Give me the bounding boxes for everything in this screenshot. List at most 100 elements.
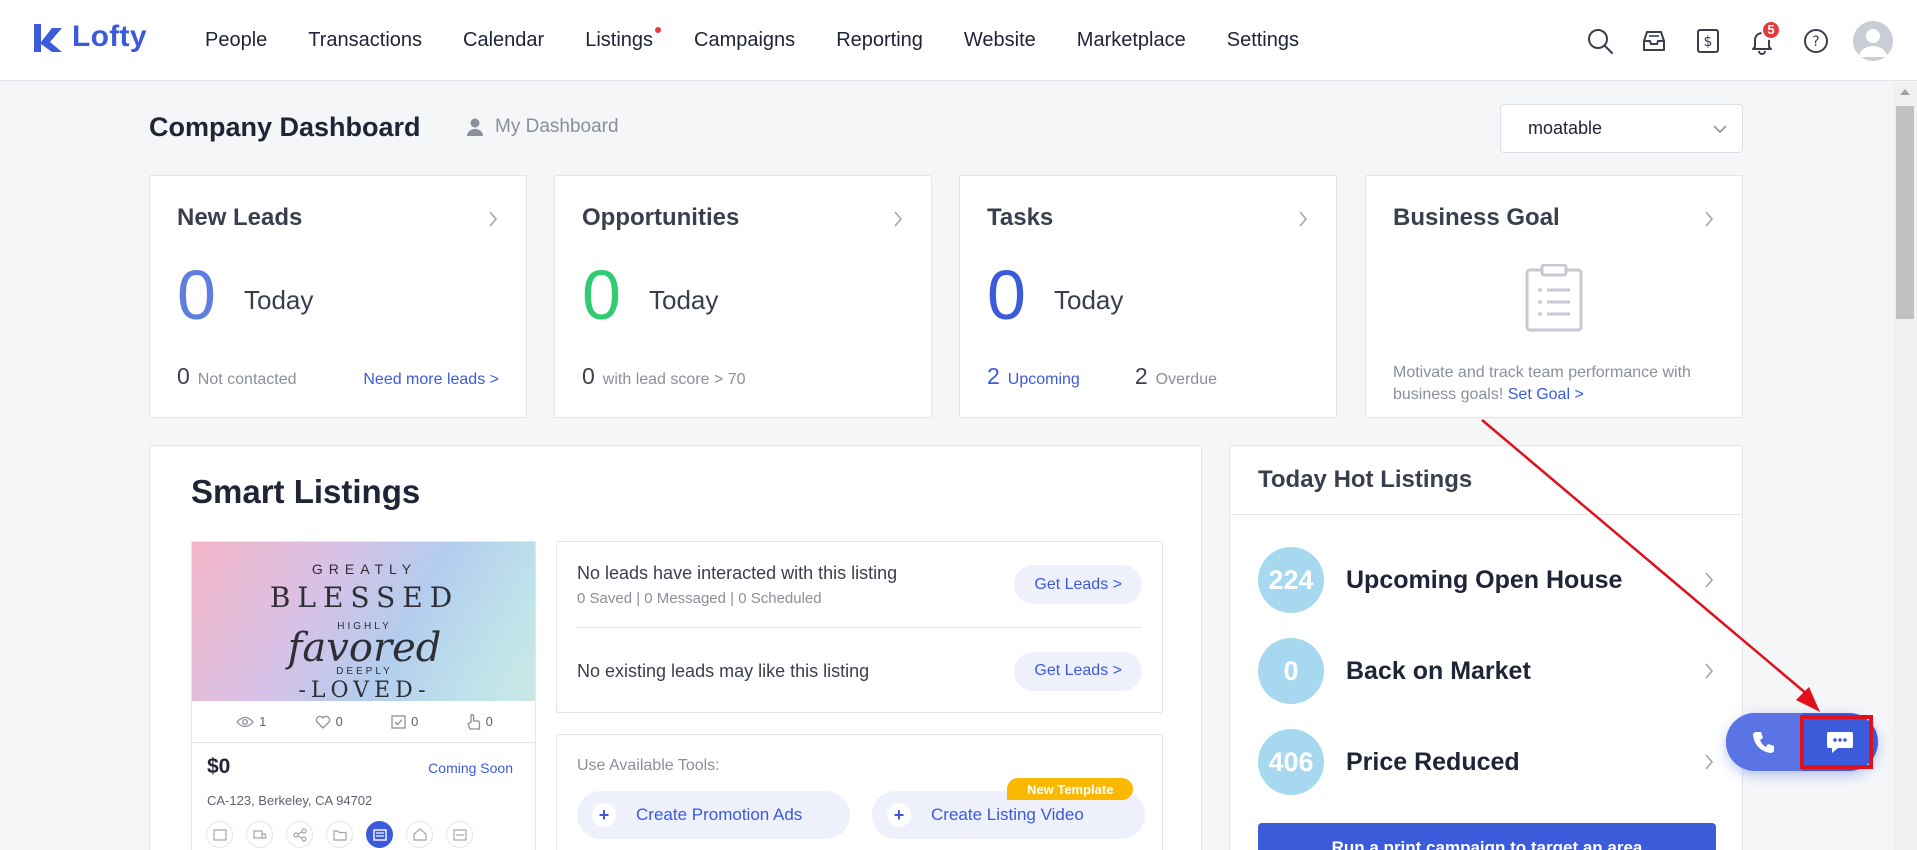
page-title: Company Dashboard [149, 112, 421, 142]
share-tool-button[interactable] [286, 821, 313, 848]
ad-tool-button[interactable] [206, 821, 233, 848]
chevron-right-icon[interactable] [1298, 210, 1308, 228]
crm-tool-button[interactable] [446, 821, 473, 848]
scroll-up-arrow[interactable] [1900, 89, 1910, 95]
upcoming-count: 2 [987, 363, 1000, 389]
nav-listings[interactable]: Listings [585, 27, 662, 52]
overdue-label: Overdue [1155, 371, 1217, 388]
folder-tool-button[interactable] [326, 821, 353, 848]
hot-listing-row[interactable]: 0 Back on Market [1258, 638, 1714, 704]
listing-price: $0 [207, 755, 231, 778]
vertical-scrollbar[interactable] [1893, 82, 1917, 850]
opportunities-card[interactable]: Opportunities 0 Today 0 with lead score … [554, 175, 932, 418]
calendar-check-icon [391, 715, 406, 729]
company-selector[interactable]: moatable [1500, 104, 1743, 153]
inbox-icon [1643, 30, 1665, 51]
new-leads-footer: 0 Not contacted Need more leads > [177, 363, 499, 390]
listing-stats: 1 0 0 0 [192, 701, 535, 743]
saves-count: 0 [411, 714, 419, 729]
upcoming-label: Upcoming [1007, 371, 1080, 388]
person-icon [467, 118, 483, 136]
hot-listings-title: Today Hot Listings [1258, 466, 1473, 493]
new-leads-card[interactable]: New Leads 0 Today 0 Not contacted Need m… [149, 175, 527, 418]
svg-text:?: ? [1812, 34, 1819, 50]
set-goal-link[interactable]: Set Goal > [1508, 386, 1584, 403]
flyer-tool-button[interactable] [366, 821, 393, 848]
opportunities-period: Today [649, 285, 719, 315]
create-promotion-ads-button[interactable]: + Create Promotion Ads [577, 791, 850, 839]
nav-listings-label: Listings [585, 29, 654, 51]
not-contacted-stat: 0 Not contacted [177, 363, 297, 390]
hot-listing-row[interactable]: 224 Upcoming Open House [1258, 547, 1714, 613]
lofty-logo-icon [34, 24, 62, 52]
new-leads-count: 0 [177, 256, 216, 334]
lead-score-count: 0 [582, 363, 595, 389]
tasks-footer: 2 Upcoming 2 Overdue [987, 363, 1309, 390]
nav-settings[interactable]: Settings [1227, 29, 1299, 52]
nav-campaigns[interactable]: Campaigns [694, 29, 795, 52]
upcoming-stat[interactable]: 2 Upcoming [987, 363, 1080, 390]
hand-pointer-icon [466, 713, 480, 730]
listing-image[interactable]: GREATLY BLESSED HIGHLY favored DEEPLY -L… [192, 542, 535, 701]
create-promotion-ads-label: Create Promotion Ads [636, 805, 803, 824]
overdue-stat[interactable]: 2 Overdue [1135, 363, 1217, 390]
business-goal-card[interactable]: Business Goal Motivate and track team pe… [1365, 175, 1743, 418]
search-button[interactable] [1573, 14, 1627, 68]
annotation-highlight-box [1800, 715, 1873, 769]
lead-row-main: No leads have interacted with this listi… [577, 562, 898, 583]
ad-icon [212, 828, 227, 841]
tasks-card[interactable]: Tasks 0 Today 2 Upcoming 2 Overdue [959, 175, 1337, 418]
chevron-right-icon [1705, 754, 1714, 770]
smart-listings-title: Smart Listings [191, 473, 421, 510]
logo-text: Lofty [72, 20, 147, 53]
chevron-right-icon[interactable] [488, 210, 498, 228]
new-leads-period: Today [244, 285, 314, 315]
print-tool-button[interactable] [246, 821, 273, 848]
need-more-leads-link[interactable]: Need more leads > [363, 371, 499, 389]
nav-calendar[interactable]: Calendar [463, 29, 544, 52]
avatar[interactable] [1853, 20, 1893, 61]
help-button[interactable]: ? [1789, 14, 1843, 68]
notifications-button[interactable]: 5 [1735, 14, 1789, 68]
open-house-tool-button[interactable] [406, 821, 433, 848]
my-dashboard-link[interactable]: My Dashboard [465, 116, 619, 138]
get-leads-button[interactable]: Get Leads > [1014, 565, 1142, 604]
header-icons: $ 5 ? [1573, 0, 1917, 81]
heart-icon [315, 715, 330, 729]
chevron-down-icon [1713, 124, 1727, 133]
print-campaign-button[interactable]: Run a print campaign to target an area [1258, 823, 1716, 850]
company-selector-value: moatable [1528, 118, 1603, 138]
tasks-title: Tasks [987, 204, 1054, 231]
nav-marketplace[interactable]: Marketplace [1077, 29, 1186, 52]
hot-listing-row[interactable]: 406 Price Reduced [1258, 729, 1714, 795]
truck-icon [252, 829, 267, 839]
share-icon [292, 827, 307, 842]
nav-transactions[interactable]: Transactions [308, 29, 422, 52]
nav-reporting[interactable]: Reporting [836, 29, 923, 52]
nav-website[interactable]: Website [964, 29, 1036, 52]
call-button[interactable] [1726, 713, 1802, 771]
listing-image-text-5: DEEPLY [336, 666, 393, 677]
scrollbar-thumb[interactable] [1896, 106, 1914, 319]
listing-image-text-2: BLESSED [269, 581, 460, 614]
lead-score-stat: 0 with lead score > 70 [582, 363, 746, 390]
chevron-right-icon[interactable] [1704, 210, 1714, 228]
inbox-button[interactable] [1627, 14, 1681, 68]
shares-count: 0 [485, 714, 493, 729]
lead-row: No leads have interacted with this listi… [577, 542, 1142, 628]
overdue-count: 2 [1134, 363, 1148, 389]
chevron-right-icon[interactable] [893, 210, 903, 228]
get-leads-button[interactable]: Get Leads > [1014, 651, 1142, 691]
listing-card[interactable]: GREATLY BLESSED HIGHLY favored DEEPLY -L… [191, 541, 536, 850]
chevron-right-icon [1705, 663, 1714, 679]
logo[interactable]: Lofty [32, 20, 147, 54]
hot-listing-count: 406 [1258, 729, 1324, 795]
lead-row-sub: 0 Saved | 0 Messaged | 0 Scheduled [577, 589, 822, 607]
top-navigation-bar: Lofty People Transactions Calendar Listi… [0, 0, 1917, 81]
views-count: 1 [259, 714, 267, 729]
nav-people[interactable]: People [205, 29, 267, 52]
hot-listing-label: Upcoming Open House [1346, 565, 1623, 594]
billing-button[interactable]: $ [1681, 14, 1735, 68]
listing-leads-box: No leads have interacted with this listi… [556, 541, 1163, 713]
divider [1230, 514, 1742, 515]
